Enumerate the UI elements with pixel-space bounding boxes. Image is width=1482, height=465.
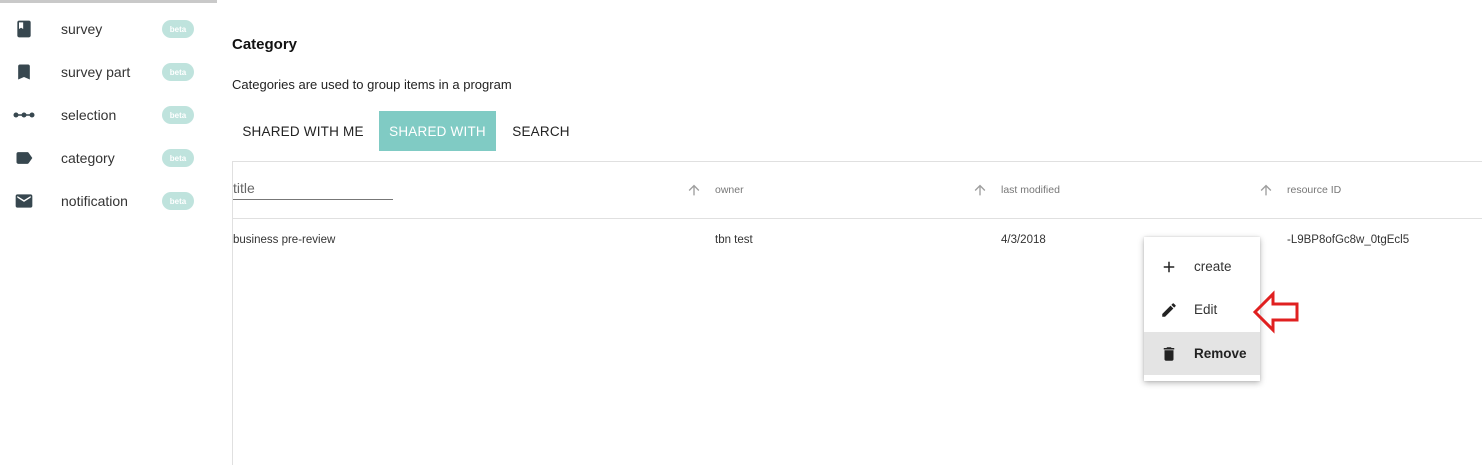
sidebar-item-label: survey bbox=[61, 21, 103, 37]
table-header-row: owner last modified resource ID bbox=[233, 162, 1482, 219]
sidebar-item-label: survey part bbox=[61, 64, 131, 80]
beta-badge: beta bbox=[162, 20, 194, 38]
beta-badge: beta bbox=[162, 149, 194, 167]
context-menu: create Edit Remove bbox=[1144, 237, 1260, 381]
column-header-resource-id[interactable]: resource ID bbox=[1287, 184, 1341, 196]
annotation-arrow-icon bbox=[1252, 290, 1299, 334]
pencil-icon bbox=[1158, 299, 1180, 321]
sidebar-divider bbox=[0, 0, 217, 3]
sidebar-item-selection[interactable]: selection beta bbox=[0, 95, 217, 135]
sidebar-item-notification[interactable]: notification beta bbox=[0, 181, 217, 221]
cell-owner: tbn test bbox=[715, 234, 753, 246]
page-description: Categories are used to group items in a … bbox=[232, 77, 512, 92]
menu-item-label: create bbox=[1194, 259, 1232, 274]
mail-icon bbox=[13, 190, 35, 212]
tab-shared-with[interactable]: SHARED WITH bbox=[379, 111, 496, 151]
beta-badge: beta bbox=[162, 192, 194, 210]
sidebar: survey beta survey part beta selection b… bbox=[0, 0, 217, 464]
tab-search[interactable]: SEARCH bbox=[502, 111, 580, 151]
tab-shared-with-me[interactable]: SHARED WITH ME bbox=[232, 111, 374, 151]
sidebar-item-label: notification bbox=[61, 193, 128, 209]
beta-badge: beta bbox=[162, 106, 194, 124]
sidebar-item-survey[interactable]: survey beta bbox=[0, 9, 217, 49]
plus-icon bbox=[1158, 256, 1180, 278]
cell-title: business pre-review bbox=[233, 234, 336, 246]
menu-item-label: Edit bbox=[1194, 302, 1218, 317]
sidebar-item-label: category bbox=[61, 150, 115, 166]
sort-arrow-up-icon[interactable] bbox=[686, 182, 702, 198]
cell-resource-id: -L9BP8ofGc8w_0tgEcl5 bbox=[1287, 234, 1410, 246]
dots-line-icon bbox=[13, 104, 35, 126]
book-icon bbox=[13, 18, 35, 40]
sidebar-item-survey-part[interactable]: survey part beta bbox=[0, 52, 217, 92]
label-tag-icon bbox=[13, 147, 35, 169]
menu-item-remove[interactable]: Remove bbox=[1144, 332, 1260, 375]
page-title: Category bbox=[232, 36, 298, 53]
sort-arrow-up-icon[interactable] bbox=[1258, 182, 1274, 198]
trash-icon bbox=[1158, 343, 1180, 365]
menu-item-label: Remove bbox=[1194, 346, 1247, 361]
cell-last-modified: 4/3/2018 bbox=[1001, 234, 1046, 246]
menu-item-create[interactable]: create bbox=[1144, 245, 1260, 288]
beta-badge: beta bbox=[162, 63, 194, 81]
menu-item-edit[interactable]: Edit bbox=[1144, 288, 1260, 331]
column-header-last-modified[interactable]: last modified bbox=[1001, 184, 1060, 196]
sort-arrow-up-icon[interactable] bbox=[972, 182, 988, 198]
sidebar-item-category[interactable]: category beta bbox=[0, 138, 217, 178]
bookmark-icon bbox=[13, 61, 35, 83]
column-header-owner[interactable]: owner bbox=[715, 184, 744, 196]
sidebar-item-label: selection bbox=[61, 107, 117, 123]
title-filter-input[interactable] bbox=[233, 180, 393, 200]
